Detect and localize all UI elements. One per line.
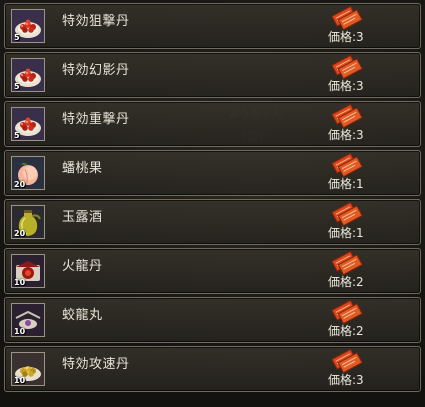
yellow-pills-plate-icon[interactable]: 10: [11, 352, 45, 386]
item-quantity: 20: [14, 180, 26, 189]
item-name: 特効攻速丹: [62, 357, 130, 372]
item-price: 価格:2: [328, 324, 364, 338]
item-name: 火龍丹: [62, 259, 103, 274]
item-quantity: 20: [14, 229, 26, 238]
item-name: 蟠桃果: [62, 161, 103, 176]
item-quantity: 10: [14, 376, 26, 385]
ticket-currency-icon: [330, 103, 364, 129]
item-name: 特効重撃丹: [62, 112, 130, 127]
red-pills-plate-icon[interactable]: 5: [11, 9, 45, 43]
shop-item-row[interactable]: 5 特効幻影丹 価格:3: [4, 52, 421, 98]
shop-item-row[interactable]: 10 特効攻速丹 価格:3: [4, 346, 421, 392]
item-name: 特効狙撃丹: [62, 14, 130, 29]
item-price: 価格:3: [328, 373, 364, 387]
ticket-currency-icon: [330, 54, 364, 80]
shop-item-row[interactable]: 20 蟠桃果 価格:1: [4, 150, 421, 196]
fire-dragon-pill-icon[interactable]: 10: [11, 254, 45, 288]
shop-item-row[interactable]: 10 火龍丹 価格:2: [4, 248, 421, 294]
shop-item-list: ようちゃん 《菌》 5 特効狙撃丹 価格:3: [0, 0, 425, 407]
peach-icon[interactable]: 20: [11, 156, 45, 190]
shop-item-row[interactable]: 5 特効狙撃丹 価格:3: [4, 3, 421, 49]
ticket-currency-icon: [330, 299, 364, 325]
red-pills-plate-icon[interactable]: 5: [11, 58, 45, 92]
item-quantity: 5: [14, 131, 20, 140]
item-price: 価格:2: [328, 275, 364, 289]
item-quantity: 5: [14, 33, 20, 42]
item-price: 価格:3: [328, 79, 364, 93]
item-price: 価格:3: [328, 128, 364, 142]
item-quantity: 10: [14, 327, 26, 336]
item-price: 価格:1: [328, 177, 364, 191]
shop-item-row[interactable]: 5 特効重撃丹 価格:3: [4, 101, 421, 147]
item-name: 玉露酒: [62, 210, 103, 225]
item-price: 価格:3: [328, 30, 364, 44]
item-name: 特効幻影丹: [62, 63, 130, 78]
item-quantity: 10: [14, 278, 26, 287]
flood-dragon-pill-icon[interactable]: 10: [11, 303, 45, 337]
shop-item-row[interactable]: 20 玉露酒 価格:1: [4, 199, 421, 245]
item-name: 蛟龍丸: [62, 308, 103, 323]
ticket-currency-icon: [330, 250, 364, 276]
red-pills-plate-icon[interactable]: 5: [11, 107, 45, 141]
wine-jug-icon[interactable]: 20: [11, 205, 45, 239]
ticket-currency-icon: [330, 152, 364, 178]
shop-item-row[interactable]: 10 蛟龍丸 価格:2: [4, 297, 421, 343]
item-quantity: 5: [14, 82, 20, 91]
ticket-currency-icon: [330, 201, 364, 227]
item-price: 価格:1: [328, 226, 364, 240]
ticket-currency-icon: [330, 348, 364, 374]
ticket-currency-icon: [330, 5, 364, 31]
